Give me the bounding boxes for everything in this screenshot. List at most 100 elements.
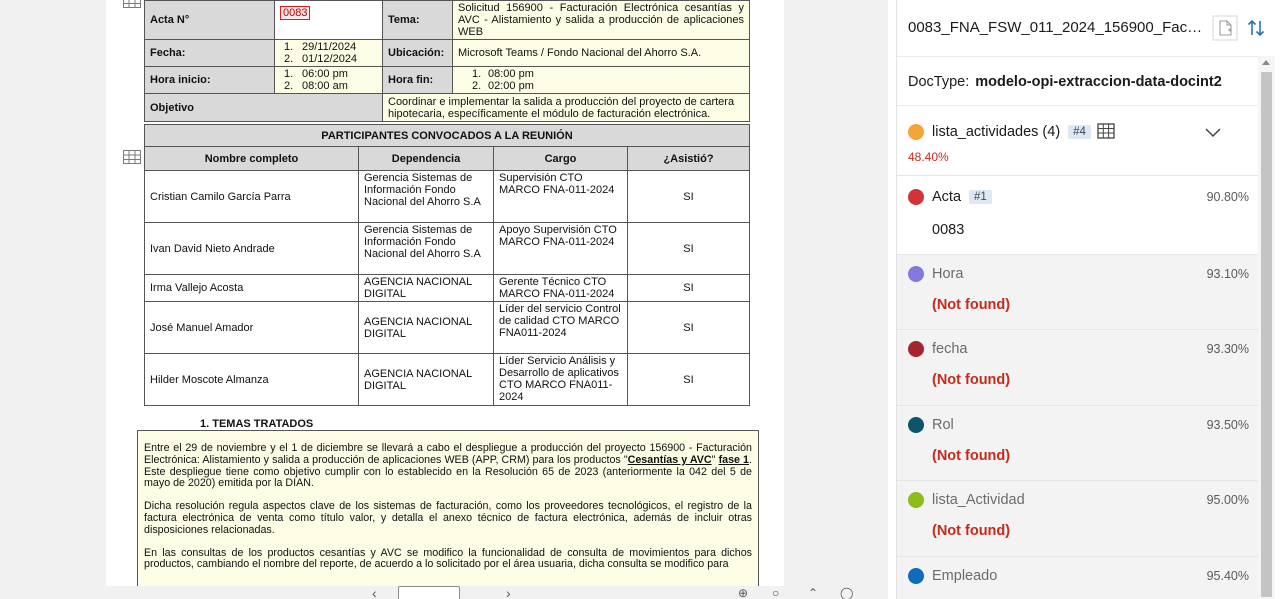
acta-value[interactable]: 0083	[280, 6, 311, 20]
objetivo-value: Coordinar e implementar la salida a prod…	[382, 93, 750, 122]
field-name: Hora	[932, 266, 964, 282]
file-name: 0083_FNA_FSW_011_2024_156900_Facturación…	[908, 19, 1203, 36]
scroll-up-icon[interactable]	[1262, 60, 1270, 65]
table-icon[interactable]	[1097, 123, 1115, 139]
chevron-down-icon[interactable]	[1204, 125, 1222, 138]
document-viewer[interactable]: Acta N° 0083 Tema: Solicitud 156900 - Fa…	[0, 0, 888, 599]
field-value: (Not found)	[932, 448, 1011, 464]
field-name: lista_actividades (4) #4	[932, 124, 1091, 140]
field-color-dot	[908, 417, 924, 433]
participant-nombre: Ivan David Nieto Andrade	[144, 222, 359, 275]
zoom-in-icon[interactable]: ⊕	[738, 587, 748, 599]
participant-asistio: SI	[627, 222, 750, 275]
document-content: Acta N° 0083 Tema: Solicitud 156900 - Fa…	[106, 0, 784, 588]
tema-value: Solicitud 156900 - Facturación Electróni…	[452, 0, 750, 40]
participant-nombre: Irma Vallejo Acosta	[144, 274, 359, 302]
participants-header-cargo: Cargo	[493, 146, 628, 171]
next-page-icon[interactable]: ›	[506, 586, 511, 599]
field-name: Empleado	[932, 568, 998, 584]
field-name: Acta #1	[932, 189, 992, 205]
field-confidence: 93.10%	[1206, 267, 1249, 281]
fecha-value-2: 01/12/2024	[302, 53, 358, 65]
previous-page-icon[interactable]: ‹	[372, 586, 377, 599]
field-confidence: 95.40%	[1206, 569, 1249, 583]
table-row: Hilder Moscote Almanza AGENCIA NACIONAL …	[144, 353, 750, 406]
paragraph-3: En las consultas de los productos cesant…	[144, 546, 752, 571]
table-row: Cristian Camilo García Parra Gerencia Si…	[144, 170, 750, 223]
hora-fin-value-1: 08:00 pm	[488, 68, 534, 80]
field-rol[interactable]: Rol 93.50% (Not found)	[897, 406, 1259, 481]
field-acta[interactable]: Acta #1 90.80% 0083	[897, 176, 1259, 255]
rotate-icon[interactable]: ◯	[840, 587, 853, 599]
field-hora[interactable]: Hora 93.10% (Not found)	[897, 255, 1259, 330]
participant-asistio: SI	[627, 353, 750, 406]
participants-header-asistio: ¿Asistió?	[627, 146, 750, 171]
participant-asistio: SI	[627, 274, 750, 302]
hora-inicio-value-2: 08:00 am	[302, 80, 348, 92]
field-badge: #4	[1068, 125, 1091, 139]
page-number-input[interactable]	[398, 586, 460, 599]
paragraph-1-quote: "	[711, 453, 719, 466]
field-color-dot	[908, 341, 924, 357]
field-color-dot	[908, 492, 924, 508]
field-name-text: Acta	[932, 189, 962, 205]
field-list: lista_actividades (4) #4 48.40% Acta #1 90…	[897, 106, 1259, 599]
field-fecha[interactable]: fecha 93.30% (Not found)	[897, 330, 1259, 406]
hora-fin-value-2: 02:00 pm	[488, 80, 534, 92]
hora-inicio-value-1: 06:00 pm	[302, 68, 348, 80]
app-window: Acta N° 0083 Tema: Solicitud 156900 - Fa…	[0, 0, 1280, 599]
table-marker-icon[interactable]	[123, 0, 141, 8]
field-confidence: 48.40%	[908, 150, 949, 164]
fields-panel: 0083_FNA_FSW_011_2024_156900_Facturación…	[896, 0, 1280, 599]
fecha-values: 1. 29/11/2024 2. 01/12/2024	[274, 39, 383, 67]
participant-cargo: Líder Servicio Análisis y Desarrollo de …	[493, 353, 628, 406]
field-value: (Not found)	[932, 372, 1011, 388]
acta-value-cell: 0083	[274, 0, 383, 40]
fecha-value-1: 29/11/2024	[302, 41, 357, 53]
tema-label: Tema:	[382, 0, 453, 40]
document-page: Acta N° 0083 Tema: Solicitud 156900 - Fa…	[106, 0, 784, 588]
scrollbar-thumb[interactable]	[1261, 72, 1272, 597]
participant-cargo: Apoyo Supervisión CTO MARCO FNA-011-2024	[493, 222, 628, 275]
sort-icon[interactable]	[1243, 15, 1269, 41]
zoom-out-icon[interactable]: ○	[772, 587, 779, 599]
hora-inicio-values: 1. 06:00 pm 2. 08:00 am	[274, 66, 383, 94]
field-color-dot	[908, 568, 924, 584]
participant-dependencia: Gerencia Sistemas de Información Fondo N…	[358, 170, 494, 223]
table-row: Ivan David Nieto Andrade Gerencia Sistem…	[144, 222, 750, 275]
ubicacion-label: Ubicación:	[382, 39, 453, 67]
doctype-row: DocType: modelo-opi-extraccion-data-docin…	[897, 56, 1261, 106]
doctype-value: modelo-opi-extraccion-data-docint2	[975, 74, 1222, 90]
field-empleado[interactable]: Empleado 95.40%	[897, 557, 1259, 599]
paragraph-1-bold-phase: fase 1	[718, 453, 749, 466]
fit-page-icon[interactable]: ⌃	[808, 587, 818, 599]
table-row: Irma Vallejo Acosta AGENCIA NACIONAL DIG…	[144, 274, 750, 302]
field-badge: #1	[969, 190, 992, 204]
field-lista-actividades[interactable]: lista_actividades (4) #4 48.40%	[897, 106, 1259, 176]
hora-fin-values: 1. 08:00 pm 2. 02:00 pm	[452, 66, 750, 94]
field-confidence: 95.00%	[1206, 493, 1249, 507]
field-confidence: 90.80%	[1206, 190, 1249, 204]
participant-nombre: Hilder Moscote Almanza	[144, 353, 359, 406]
acta-label: Acta N°	[144, 0, 275, 40]
hora-inicio-label: Hora inicio:	[144, 66, 275, 94]
objetivo-label: Objetivo	[144, 93, 383, 122]
participants-table: PARTICIPANTES CONVOCADOS A LA REUNIÓN No…	[144, 124, 750, 406]
panel-header: 0083_FNA_FSW_011_2024_156900_Facturación…	[897, 0, 1280, 56]
participant-asistio: SI	[627, 170, 750, 223]
field-name: fecha	[932, 341, 968, 357]
participants-header-nombre: Nombre completo	[144, 146, 359, 171]
participant-cargo: Gerente Técnico CTO MARCO FNA-011-2024	[493, 274, 628, 302]
export-file-icon[interactable]	[1212, 15, 1238, 41]
participant-nombre: José Manuel Amador	[144, 301, 359, 354]
temas-tratados-box: Entre el 29 de noviembre y el 1 de dicie…	[137, 430, 759, 588]
table-row: José Manuel Amador AGENCIA NACIONAL DIGI…	[144, 301, 750, 354]
field-color-dot	[908, 266, 924, 282]
panel-scrollbar[interactable]	[1258, 56, 1275, 599]
field-confidence: 93.30%	[1206, 342, 1249, 356]
participant-asistio: SI	[627, 301, 750, 354]
paragraph-1: Entre el 29 de noviembre y el 1 de dicie…	[144, 442, 752, 490]
table-marker-icon[interactable]	[123, 150, 141, 164]
field-lista-actividad[interactable]: lista_Actividad 95.00% (Not found)	[897, 481, 1259, 557]
doctype-label: DocType:	[908, 74, 970, 90]
